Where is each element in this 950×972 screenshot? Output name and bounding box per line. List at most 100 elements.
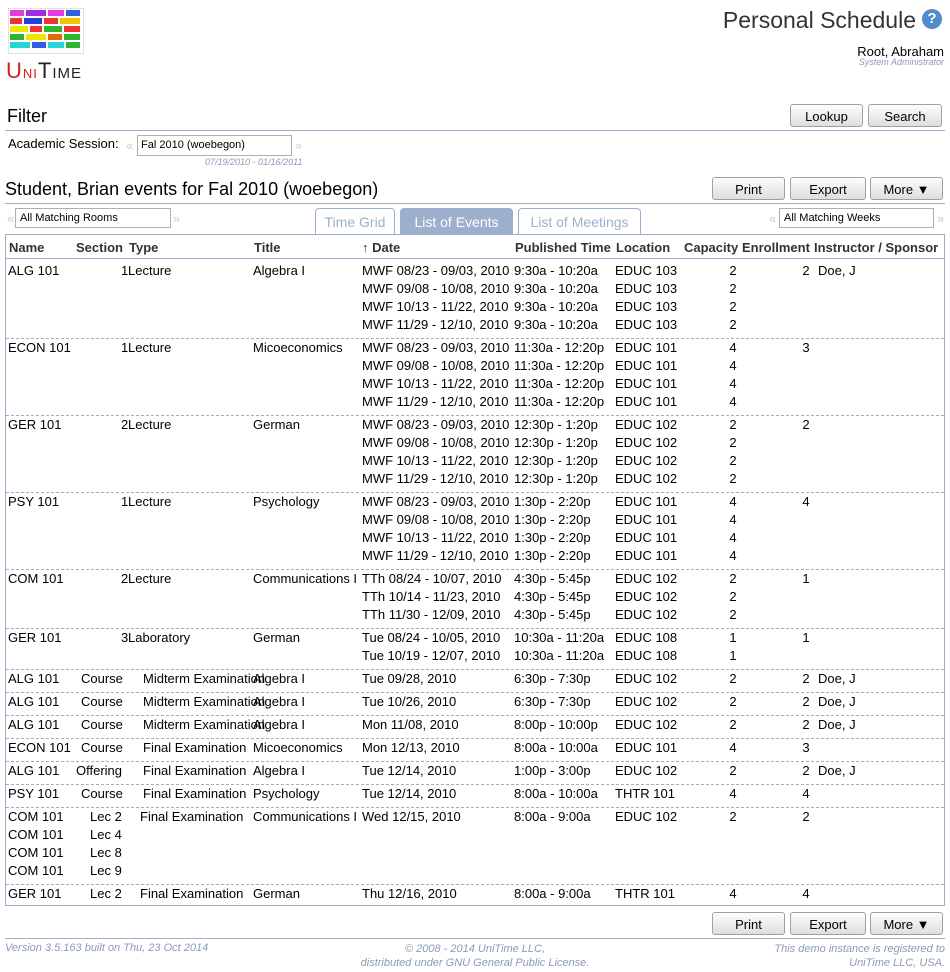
cell-location: EDUC 101 [615, 494, 678, 509]
col-header-location[interactable]: Location [616, 240, 670, 255]
cell-time: 4:30p - 5:45p [514, 589, 591, 604]
cell-name: ALG 101 [8, 263, 60, 278]
weeks-next-arrow[interactable]: » [937, 211, 944, 226]
table-row[interactable]: ALG 101 Course Midterm Examination Algebra … [6, 669, 944, 692]
table-row[interactable]: ECON 101 Course Final Examination Micoecono… [6, 738, 944, 761]
cell-enrollment: 3 [802, 340, 810, 355]
session-dates: 07/19/2010 - 01/16/2011 [205, 157, 303, 167]
col-header-enrollment[interactable]: Enrollment [742, 240, 810, 255]
events-heading: Student, Brian events for Fal 2010 (woeb… [5, 179, 379, 199]
table-row[interactable]: GER 101 2 Lecture German MWF 08/23 - 09/03, … [6, 415, 944, 492]
tab-time-grid[interactable]: Time Grid [315, 208, 395, 234]
cell-section: Lec 8 [90, 845, 122, 860]
cell-capacity: 2 [729, 453, 737, 468]
cell-capacity: 2 [729, 694, 737, 709]
footer-copyright: © 2008 - 2014 UniTime LLC, distributed un… [300, 942, 650, 970]
cell-location: EDUC 102 [615, 589, 678, 604]
table-row[interactable]: PSY 101 Course Final Examination Psychology… [6, 784, 944, 807]
cell-date: MWF 10/13 - 11/22, 2010 [362, 530, 509, 545]
cell-location: EDUC 102 [615, 435, 678, 450]
more-button-bottom[interactable]: More ▼ [870, 912, 943, 935]
cell-title: Communications I [253, 571, 358, 586]
cell-capacity: 2 [729, 417, 737, 432]
col-header-published-time[interactable]: Published Time [515, 240, 611, 255]
cell-location: EDUC 103 [615, 281, 678, 296]
cell-date: MWF 10/13 - 11/22, 2010 [362, 453, 509, 468]
cell-name: COM 101 [8, 845, 64, 860]
user-role: System Administrator [858, 57, 944, 67]
cell-time: 11:30a - 12:20p [514, 376, 605, 391]
cell-time: 1:30p - 2:20p [514, 530, 591, 545]
help-icon[interactable]: ? [922, 9, 942, 29]
cell-enrollment: 4 [802, 494, 810, 509]
export-button-bottom[interactable]: Export [790, 912, 866, 935]
cell-title: German [253, 886, 300, 901]
cell-section: Offering [76, 763, 123, 778]
lookup-button[interactable]: Lookup [790, 104, 863, 127]
cell-title: Psychology [253, 494, 320, 509]
cell-instructor: Doe, J [818, 694, 856, 709]
cell-date: MWF 08/23 - 09/03, 2010 [362, 494, 510, 509]
rooms-filter-select[interactable]: All Matching Rooms [15, 208, 171, 228]
col-header-type[interactable]: Type [129, 240, 158, 255]
table-row[interactable]: ALG 101 Offering Final Examination Algebra … [6, 761, 944, 784]
footer-copyright-line1: © 2008 - 2014 UniTime LLC, [404, 943, 546, 955]
session-next-arrow[interactable]: » [295, 138, 302, 153]
cell-date: MWF 10/13 - 11/22, 2010 [362, 299, 509, 314]
table-row[interactable]: ALG 101 Course Midterm Examination Algebra … [6, 715, 944, 738]
cell-name: ECON 101 [8, 340, 71, 355]
search-button[interactable]: Search [868, 104, 942, 127]
footer-version: Version 3.5.163 built on Thu, 23 Oct 201… [5, 942, 209, 954]
cell-time: 9:30a - 10:20a [514, 299, 598, 314]
table-row[interactable]: ALG 101 1 Lecture Algebra I MWF 08/23 - 09/0… [6, 261, 944, 338]
cell-capacity: 2 [729, 671, 737, 686]
weeks-prev-arrow[interactable]: « [769, 211, 776, 226]
table-row[interactable]: COM 101 2 Lecture Communications I TTh 08/24… [6, 569, 944, 628]
cell-time: 10:30a - 11:20a [514, 648, 605, 663]
export-button[interactable]: Export [790, 177, 866, 200]
col-header-section[interactable]: Section [76, 240, 123, 255]
cell-location: EDUC 102 [615, 453, 678, 468]
cell-location: EDUC 108 [615, 630, 678, 645]
cell-capacity: 4 [729, 740, 737, 755]
cell-time: 6:30p - 7:30p [514, 694, 591, 709]
cell-date: Tue 09/28, 2010 [362, 671, 457, 686]
rooms-prev-arrow[interactable]: « [7, 211, 14, 226]
cell-capacity: 2 [729, 263, 737, 278]
table-row[interactable]: GER 101 3 Laboratory German Tue 08/24 - 10/0… [6, 628, 944, 669]
table-row[interactable]: GER 101 Lec 2 Final Examination German Thu 1… [6, 884, 944, 905]
cell-type: Final Examination [143, 740, 247, 755]
table-row[interactable]: ALG 101 Course Midterm Examination Algebra … [6, 692, 944, 715]
print-button[interactable]: Print [712, 177, 785, 200]
cell-capacity: 4 [729, 358, 737, 373]
print-button-bottom[interactable]: Print [712, 912, 785, 935]
session-prev-arrow[interactable]: « [126, 138, 133, 153]
cell-enrollment: 1 [802, 571, 810, 586]
table-row[interactable]: PSY 101 1 Lecture Psychology MWF 08/23 - 09/… [6, 492, 944, 569]
col-header-title[interactable]: Title [254, 240, 281, 255]
cell-instructor: Doe, J [818, 717, 856, 732]
cell-capacity: 2 [729, 471, 737, 486]
col-header-instructor[interactable]: Instructor / Sponsor [814, 240, 938, 255]
cell-type: Lecture [128, 571, 172, 586]
cell-date: Tue 12/14, 2010 [362, 763, 457, 778]
cell-capacity: 2 [729, 809, 737, 824]
cell-type: Midterm Examination [143, 671, 266, 686]
rooms-next-arrow[interactable]: » [173, 211, 180, 226]
table-row[interactable]: ECON 101 1 Lecture Micoeconomics MWF 08/23 -… [6, 338, 944, 415]
footer-divider [5, 938, 945, 939]
cell-title: German [253, 630, 300, 645]
col-header-name[interactable]: Name [9, 240, 44, 255]
col-header-capacity[interactable]: Capacity [684, 240, 738, 255]
tab-list-of-events[interactable]: List of Events [400, 208, 513, 234]
cell-name: ALG 101 [8, 717, 60, 732]
table-row[interactable]: COM 101 COM 101 COM 101 COM 101 Lec 2 Lec 4 Le… [6, 807, 944, 884]
cell-time: 12:30p - 1:20p [514, 417, 598, 432]
weeks-filter-select[interactable]: All Matching Weeks [779, 208, 934, 228]
col-header-date[interactable]: ↑ Date [362, 240, 400, 255]
footer-registered-line2: UniTime LLC, USA. [849, 957, 945, 969]
cell-enrollment: 1 [802, 630, 810, 645]
tab-list-of-meetings[interactable]: List of Meetings [518, 208, 641, 234]
more-button[interactable]: More ▼ [870, 177, 943, 200]
session-input[interactable]: Fal 2010 (woebegon) [137, 135, 292, 156]
